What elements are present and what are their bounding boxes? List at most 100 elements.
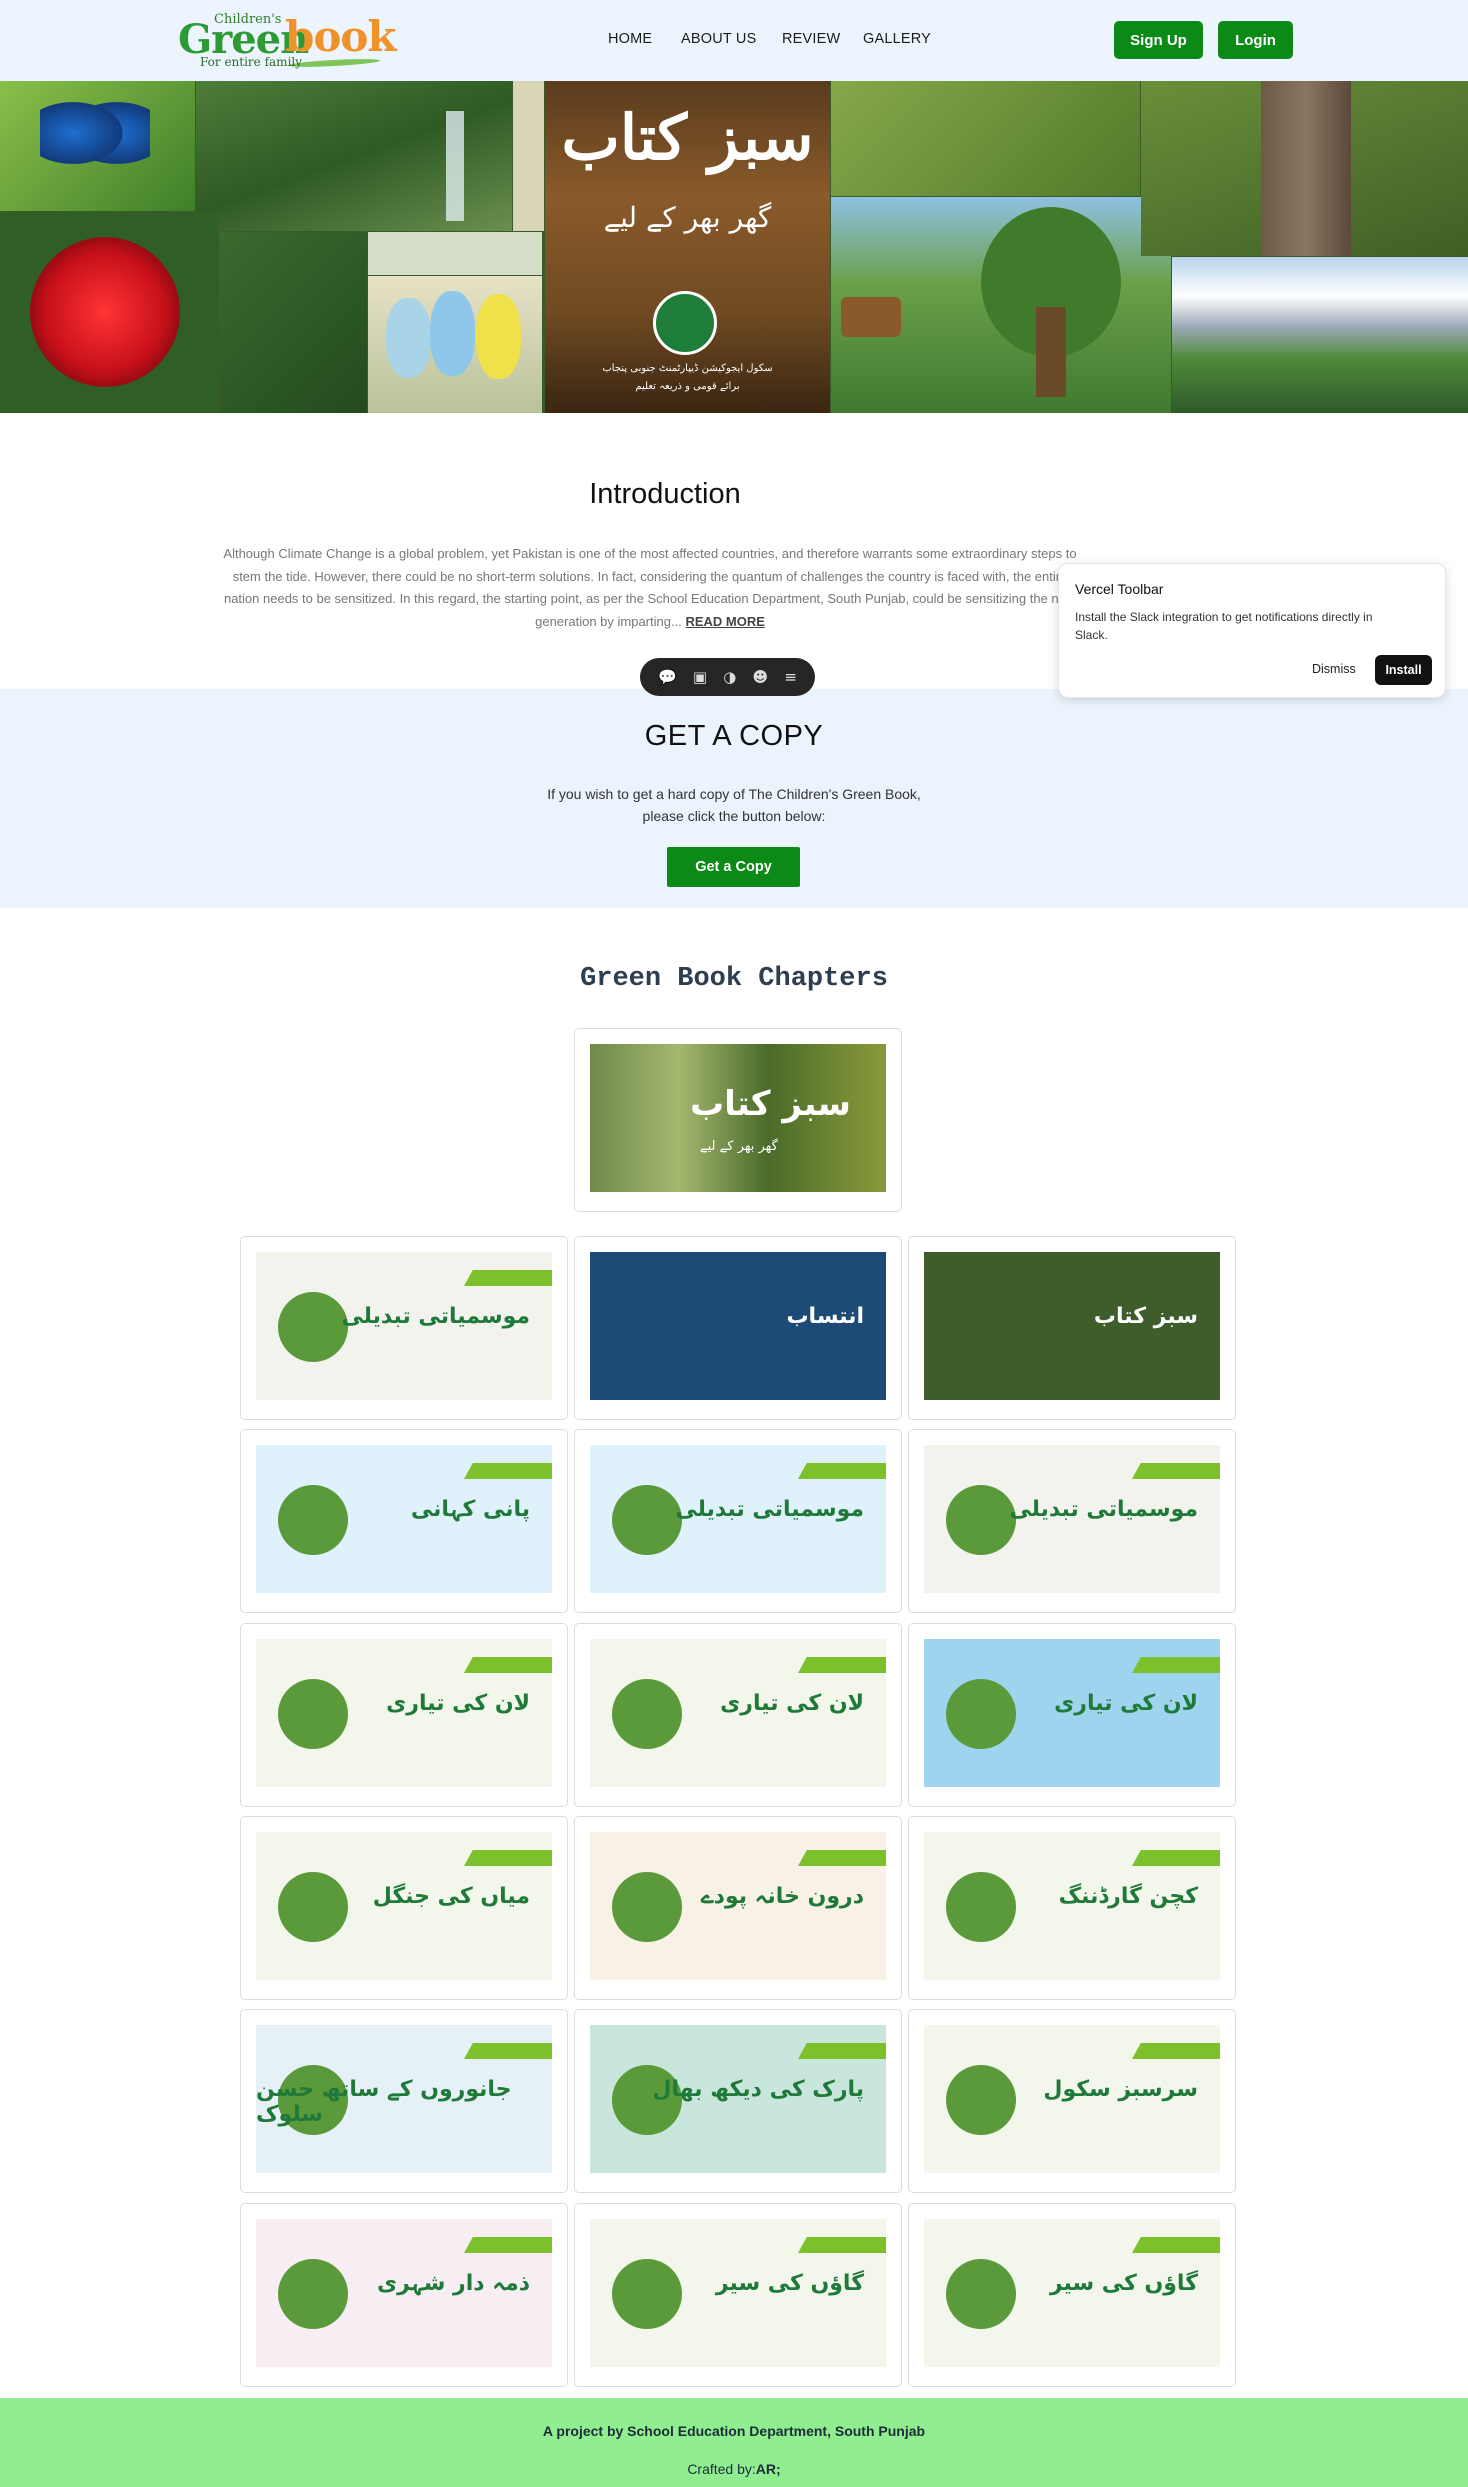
install-button[interactable]: Install [1375, 655, 1432, 685]
chapter-image: موسمیاتی تبدیلی [924, 1445, 1220, 1593]
chapter-card[interactable]: کچن گارڈننگ [908, 1816, 1236, 2000]
chapter-card[interactable]: جانوروں کے ساتھ حسن سلوک [240, 2009, 568, 2193]
chapter-card[interactable]: موسمیاتی تبدیلی [240, 1236, 568, 1420]
mountain-lake-image [1172, 257, 1468, 413]
chapter-card[interactable]: گاؤں کی سیر [574, 2203, 902, 2387]
chapter-card[interactable]: گاؤں کی سیر [908, 2203, 1236, 2387]
chapters-title: Green Book Chapters [580, 964, 888, 994]
comment-icon[interactable]: 💬 [658, 668, 677, 686]
tree-illustration [278, 1872, 348, 1942]
toggle-icon[interactable]: ◑ [723, 668, 736, 686]
nav-gallery[interactable]: GALLERY [863, 31, 931, 47]
chapter-card[interactable]: موسمیاتی تبدیلی [908, 1429, 1236, 1613]
chapter-card[interactable]: سبز کتاب [908, 1236, 1236, 1420]
collage-filler-2 [513, 81, 544, 231]
tree-illustration [278, 1485, 348, 1555]
chapter-urdu-title: پارک کی دیکھ بھال [652, 2077, 864, 2102]
chapter-ribbon [464, 1270, 552, 1286]
dismiss-button[interactable]: Dismiss [1312, 662, 1356, 676]
chapter-image: درون خانہ پودے [590, 1832, 886, 1980]
punjab-emblem-icon [653, 291, 717, 355]
tree-illustration [612, 1485, 682, 1555]
vercel-toolbar: 💬 ▣ ◑ ☻ ≡ [640, 658, 815, 696]
chapter-ribbon [1132, 1463, 1220, 1479]
user-plus-icon[interactable]: ☻ [753, 668, 769, 686]
chapter-urdu-title: سرسبز سکول [1043, 2077, 1198, 2102]
chapter-card[interactable]: میاں کی جنگل [240, 1816, 568, 2000]
get-copy-button[interactable]: Get a Copy [667, 847, 800, 887]
hero-urdu-subtitle: گھر بھر کے لیے [603, 201, 772, 234]
chapter-urdu-title: درون خانہ پودے [700, 1884, 864, 1909]
tree-illustration [612, 2259, 682, 2329]
site-header: Children's Green book For entire family … [0, 0, 1468, 81]
chapter-image: پارک کی دیکھ بھال [590, 2025, 886, 2173]
chapter-urdu-title: جانوروں کے ساتھ حسن سلوک [256, 2077, 512, 2127]
chapter-urdu-title: گاؤں کی سیر [715, 2271, 864, 2296]
get-copy-text: If you wish to get a hard copy of The Ch… [484, 783, 984, 827]
chapter-card[interactable]: لان کی تیاری [240, 1623, 568, 1807]
chapter-ribbon [464, 1463, 552, 1479]
hero-title-panel: سبز کتاب گھر بھر کے لیے سکول ایجوکیشن ڈی… [545, 81, 830, 413]
tree-illustration [946, 1872, 1016, 1942]
inbox-icon[interactable]: ▣ [693, 668, 707, 686]
chapter-urdu-title: پانی کہانی [410, 1497, 530, 1522]
chapter-urdu-title: انتساب [786, 1304, 864, 1329]
chapter-card[interactable]: ذمہ دار شہری [240, 2203, 568, 2387]
menu-icon[interactable]: ≡ [784, 668, 797, 686]
footer-crafted-name: AR; [755, 2461, 781, 2477]
intro-paragraph: Although Climate Change is a global prob… [223, 546, 1077, 629]
chapter-card[interactable]: انتساب [574, 1236, 902, 1420]
chapter-image: لان کی تیاری [924, 1639, 1220, 1787]
get-copy-title: GET A COPY [644, 720, 824, 752]
chapter-image: میاں کی جنگل [256, 1832, 552, 1980]
tree-illustration [946, 2259, 1016, 2329]
chapter-image: موسمیاتی تبدیلی [590, 1445, 886, 1593]
butterfly-image [0, 81, 195, 211]
chapter-urdu-title: سبز کتاب [1093, 1304, 1198, 1329]
tree-illustration [278, 1679, 348, 1749]
tree-illustration [946, 1485, 1016, 1555]
nav-about-us[interactable]: ABOUT US [681, 31, 756, 47]
get-copy-line-1: If you wish to get a hard copy of The Ch… [547, 786, 921, 802]
signup-button[interactable]: Sign Up [1114, 21, 1203, 59]
login-button[interactable]: Login [1218, 21, 1293, 59]
read-more-link[interactable]: READ MORE [685, 614, 764, 629]
chapter-urdu-title: لان کی تیاری [386, 1691, 530, 1716]
hero-urdu-credit-1: سکول ایجوکیشن ڈیپارٹمنٹ جنوبی پنجاب [602, 363, 773, 374]
chapter-ribbon [798, 2043, 886, 2059]
chapter-card[interactable]: پارک کی دیکھ بھال [574, 2009, 902, 2193]
get-copy-line-2: please click the button below: [642, 808, 826, 824]
chapter-card[interactable]: سرسبز سکول [908, 2009, 1236, 2193]
chapter-ribbon [464, 1850, 552, 1866]
chapter-card[interactable]: موسمیاتی تبدیلی [574, 1429, 902, 1613]
footer-project-line: A project by School Education Department… [542, 2423, 926, 2439]
site-logo[interactable]: Children's Green book For entire family [178, 8, 396, 70]
chapter-cover-card[interactable]: سبز کتاب گھر بھر کے لیے [574, 1028, 902, 1212]
chapter-ribbon [798, 2237, 886, 2253]
chapter-ribbon [798, 1850, 886, 1866]
chapter-image: ذمہ دار شہری [256, 2219, 552, 2367]
chapter-card[interactable]: لان کی تیاری [908, 1623, 1236, 1807]
chapter-card[interactable]: درون خانہ پودے [574, 1816, 902, 2000]
nav-home[interactable]: HOME [608, 31, 652, 47]
chapter-urdu-title: گاؤں کی سیر [1049, 2271, 1198, 2296]
tree-illustration [946, 2065, 1016, 2135]
hero-banner: سبز کتاب گھر بھر کے لیے سکول ایجوکیشن ڈی… [0, 81, 1468, 413]
tree-trunk-image [1141, 81, 1468, 256]
nav-review[interactable]: REVIEW [782, 31, 840, 47]
chapter-image: لان کی تیاری [256, 1639, 552, 1787]
waterfall-image [196, 81, 512, 231]
chapter-ribbon [464, 1657, 552, 1673]
chapter-card[interactable]: لان کی تیاری [574, 1623, 902, 1807]
cover-image: سبز کتاب گھر بھر کے لیے [590, 1044, 886, 1192]
jasmine-image [219, 232, 367, 413]
logo-book-text: book [285, 12, 396, 61]
chapter-card[interactable]: پانی کہانی [240, 1429, 568, 1613]
chapter-urdu-title: میاں کی جنگل [372, 1884, 530, 1909]
intro-title: Introduction [589, 478, 741, 510]
chapter-ribbon [798, 1463, 886, 1479]
parakeets-image [368, 276, 542, 413]
chapter-urdu-title: کچن گارڈننگ [1058, 1884, 1198, 1909]
chapter-urdu-title: لان کی تیاری [720, 1691, 864, 1716]
chapter-image: کچن گارڈننگ [924, 1832, 1220, 1980]
